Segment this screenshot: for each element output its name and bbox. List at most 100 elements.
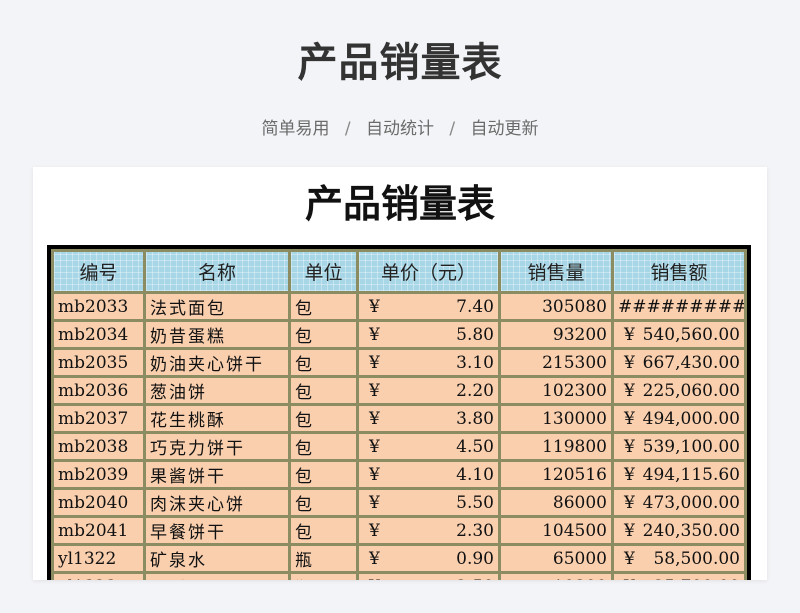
cell-name[interactable]: 肉沫夹心饼 xyxy=(146,490,291,518)
cell-code[interactable]: mb2038 xyxy=(51,434,146,462)
table-row: mb2034 奶昔蛋糕包 ¥5.80 93200 ¥540,560.00 xyxy=(51,322,747,350)
cell-code[interactable]: yl1323 xyxy=(51,574,146,580)
cell-amount[interactable]: ¥540,560.00 xyxy=(614,322,747,350)
column-header-amount[interactable]: 销售额 xyxy=(614,249,747,294)
cell-amount[interactable]: ¥494,000.00 xyxy=(614,406,747,434)
cell-name[interactable]: 花生桃酥 xyxy=(146,406,291,434)
cell-code[interactable]: mb2035 xyxy=(51,350,146,378)
currency-symbol: ¥ xyxy=(624,352,635,373)
column-header-name[interactable]: 名称 xyxy=(146,249,291,294)
cell-code[interactable]: yl1322 xyxy=(51,546,146,574)
price-value: 4.10 xyxy=(456,464,494,485)
currency-symbol: ¥ xyxy=(369,408,380,429)
cell-qty[interactable]: 215300 xyxy=(501,350,614,378)
column-header-price[interactable]: 单价（元） xyxy=(359,249,501,294)
cell-unit[interactable]: 包 xyxy=(291,490,359,518)
cell-name[interactable]: 巧克力饼干 xyxy=(146,434,291,462)
cell-unit[interactable]: 瓶 xyxy=(291,574,359,580)
cell-qty[interactable]: 120516 xyxy=(501,462,614,490)
currency-symbol: ¥ xyxy=(624,492,635,513)
cell-amount[interactable]: ¥25,700.00 xyxy=(614,574,747,580)
cell-code[interactable]: mb2041 xyxy=(51,518,146,546)
cell-price[interactable]: ¥3.80 xyxy=(359,406,501,434)
cell-price[interactable]: ¥2.50 xyxy=(359,574,501,580)
cell-code[interactable]: mb2036 xyxy=(51,378,146,406)
cell-price[interactable]: ¥4.10 xyxy=(359,462,501,490)
currency-symbol: ¥ xyxy=(624,548,635,569)
cell-qty[interactable]: 10300 xyxy=(501,574,614,580)
cell-unit[interactable]: 包 xyxy=(291,434,359,462)
table-row: mb2041 早餐饼干包 ¥2.30 104500 ¥240,350.00 xyxy=(51,518,747,546)
cell-amount[interactable]: ######### xyxy=(614,294,747,322)
cell-qty[interactable]: 119800 xyxy=(501,434,614,462)
cell-price[interactable]: ¥5.80 xyxy=(359,322,501,350)
cell-price[interactable]: ¥0.90 xyxy=(359,546,501,574)
cell-unit[interactable]: 瓶 xyxy=(291,546,359,574)
table-row: yl1322 矿泉水瓶 ¥0.90 65000 ¥58,500.00 xyxy=(51,546,747,574)
currency-symbol: ¥ xyxy=(369,548,380,569)
table-row: mb2038 巧克力饼干包 ¥4.50 119800 ¥539,100.00 xyxy=(51,434,747,462)
cell-amount[interactable]: ¥473,000.00 xyxy=(614,490,747,518)
cell-unit[interactable]: 包 xyxy=(291,350,359,378)
cell-name[interactable]: 果酱饼干 xyxy=(146,462,291,490)
cell-unit[interactable]: 包 xyxy=(291,406,359,434)
cell-amount[interactable]: ¥58,500.00 xyxy=(614,546,747,574)
price-value: 3.10 xyxy=(456,352,494,373)
table-row: mb2035 奶油夹心饼干包 ¥3.10 215300 ¥667,430.00 xyxy=(51,350,747,378)
cell-name[interactable]: 可乐 xyxy=(146,574,291,580)
cell-qty[interactable]: 102300 xyxy=(501,378,614,406)
cell-name[interactable]: 葱油饼 xyxy=(146,378,291,406)
table-row: mb2033 法式面包包 ¥7.40 305080 ######### xyxy=(51,294,747,322)
currency-symbol: ¥ xyxy=(624,464,635,485)
cell-name[interactable]: 奶昔蛋糕 xyxy=(146,322,291,350)
cell-price[interactable]: ¥5.50 xyxy=(359,490,501,518)
price-value: 2.30 xyxy=(456,520,494,541)
cell-amount[interactable]: ¥667,430.00 xyxy=(614,350,747,378)
cell-unit[interactable]: 包 xyxy=(291,518,359,546)
tag-auto-stats: 自动统计 xyxy=(366,119,434,139)
cell-qty[interactable]: 104500 xyxy=(501,518,614,546)
column-header-unit[interactable]: 单位 xyxy=(291,249,359,294)
cell-name[interactable]: 矿泉水 xyxy=(146,546,291,574)
cell-code[interactable]: mb2033 xyxy=(51,294,146,322)
cell-name[interactable]: 奶油夹心饼干 xyxy=(146,350,291,378)
cell-name[interactable]: 早餐饼干 xyxy=(146,518,291,546)
cell-amount[interactable]: ¥539,100.00 xyxy=(614,434,747,462)
currency-symbol: ¥ xyxy=(369,352,380,373)
currency-symbol: ¥ xyxy=(624,380,635,401)
amount-value: 58,500.00 xyxy=(653,548,740,569)
table-frame: 编号 名称 单位 单价（元） 销售量 销售额 mb2033 法式面包包 ¥7.40 3… xyxy=(47,245,751,580)
price-value: 4.50 xyxy=(456,436,494,457)
cell-name[interactable]: 法式面包 xyxy=(146,294,291,322)
column-header-code[interactable]: 编号 xyxy=(51,249,146,294)
cell-code[interactable]: mb2037 xyxy=(51,406,146,434)
cell-price[interactable]: ¥3.10 xyxy=(359,350,501,378)
cell-price[interactable]: ¥7.40 xyxy=(359,294,501,322)
cell-code[interactable]: mb2034 xyxy=(51,322,146,350)
cell-unit[interactable]: 包 xyxy=(291,294,359,322)
cell-price[interactable]: ¥2.30 xyxy=(359,518,501,546)
cell-qty[interactable]: 305080 xyxy=(501,294,614,322)
amount-value: 494,115.60 xyxy=(642,464,740,485)
currency-symbol: ¥ xyxy=(624,324,635,345)
cell-amount[interactable]: ¥240,350.00 xyxy=(614,518,747,546)
cell-qty[interactable]: 130000 xyxy=(501,406,614,434)
cell-amount[interactable]: ¥225,060.00 xyxy=(614,378,747,406)
cell-qty[interactable]: 65000 xyxy=(501,546,614,574)
amount-value: 473,000.00 xyxy=(642,492,740,513)
cell-unit[interactable]: 包 xyxy=(291,462,359,490)
cell-code[interactable]: mb2039 xyxy=(51,462,146,490)
cell-unit[interactable]: 包 xyxy=(291,322,359,350)
cell-amount[interactable]: ¥494,115.60 xyxy=(614,462,747,490)
cell-qty[interactable]: 93200 xyxy=(501,322,614,350)
table-row: mb2036 葱油饼包 ¥2.20 102300 ¥225,060.00 xyxy=(51,378,747,406)
cell-code[interactable]: mb2040 xyxy=(51,490,146,518)
currency-symbol: ¥ xyxy=(369,520,380,541)
cell-qty[interactable]: 86000 xyxy=(501,490,614,518)
cell-price[interactable]: ¥4.50 xyxy=(359,434,501,462)
cell-unit[interactable]: 包 xyxy=(291,378,359,406)
cell-price[interactable]: ¥2.20 xyxy=(359,378,501,406)
tag-auto-update: 自动更新 xyxy=(470,119,539,139)
page-title: 产品销量表 xyxy=(297,40,503,86)
column-header-qty[interactable]: 销售量 xyxy=(501,249,614,294)
